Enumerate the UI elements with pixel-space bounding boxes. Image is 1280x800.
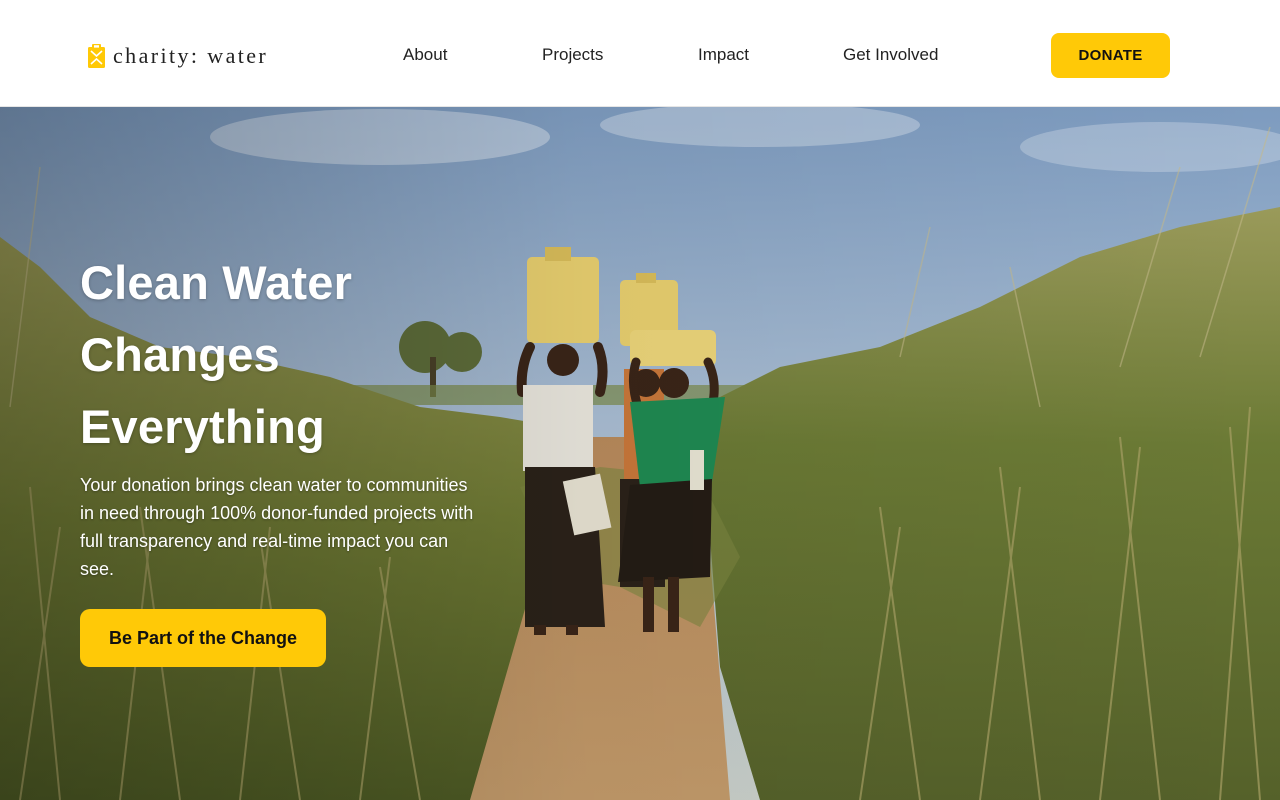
nav-link-projects[interactable]: Projects	[542, 44, 603, 66]
hero-heading: Clean Water Changes Everything	[80, 247, 500, 463]
be-part-of-the-change-button[interactable]: Be Part of the Change	[80, 609, 326, 667]
donate-button[interactable]: DONATE	[1051, 33, 1170, 78]
brand-name: charity: water	[113, 43, 269, 68]
jerry-can-icon	[88, 44, 105, 68]
hero-heading-line-1: Clean Water	[80, 256, 353, 309]
brand-logo[interactable]: charity: water	[88, 42, 268, 70]
top-navbar: charity: water About Projects Impact Get…	[0, 0, 1280, 107]
nav-link-about[interactable]: About	[403, 44, 447, 66]
hero-copy: Clean Water Changes Everything Your dona…	[80, 247, 500, 583]
hero-heading-line-3: Everything	[80, 400, 325, 453]
hero-section: Clean Water Changes Everything Your dona…	[0, 107, 1280, 800]
nav-link-impact[interactable]: Impact	[698, 44, 749, 66]
hero-subtitle: Your donation brings clean water to comm…	[80, 475, 474, 579]
hero-heading-line-2: Changes	[80, 328, 280, 381]
nav-link-get-involved[interactable]: Get Involved	[843, 44, 938, 66]
